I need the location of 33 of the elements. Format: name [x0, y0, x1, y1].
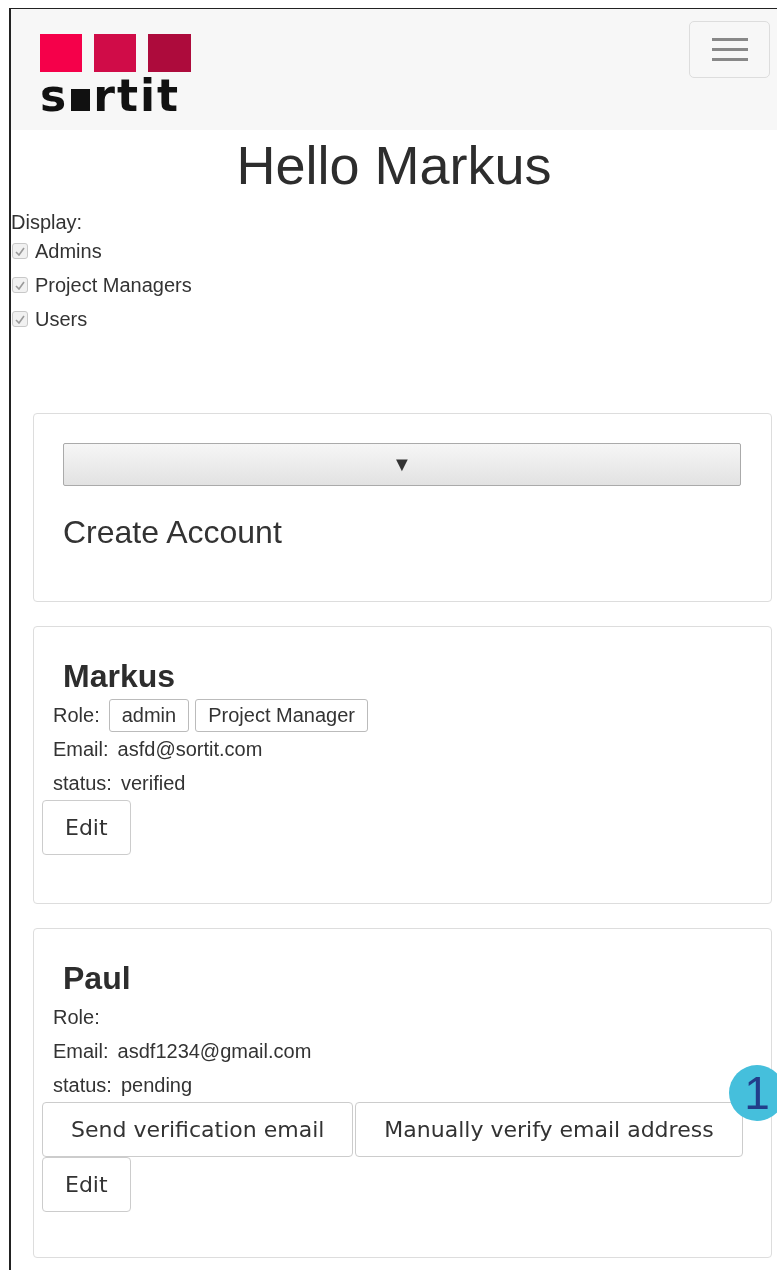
user-name: Markus: [63, 657, 177, 696]
email-value: asfd@sortit.com: [117, 737, 263, 761]
role-tag: Project Manager: [195, 698, 368, 732]
checkbox[interactable]: [12, 243, 28, 259]
checkbox-label: Project Managers: [35, 273, 192, 298]
email-label: Email:: [53, 1039, 109, 1063]
status-value: pending: [120, 1073, 193, 1097]
status-value: verified: [120, 771, 186, 795]
checkbox[interactable]: [12, 311, 28, 327]
expand-toggle-button[interactable]: ▼: [63, 443, 741, 486]
edit-button[interactable]: Edit: [42, 1157, 131, 1212]
menu-button[interactable]: [689, 21, 770, 78]
checkbox-label: Users: [35, 307, 88, 332]
email-label: Email:: [53, 737, 109, 761]
checkbox[interactable]: [12, 277, 28, 293]
logo-wordmark: s rtit: [40, 78, 182, 114]
action-button[interactable]: Manually verify email address: [355, 1102, 743, 1157]
callout-badge: 1: [729, 1065, 777, 1121]
action-button[interactable]: Send verification email: [42, 1102, 354, 1157]
logo-squares-icon: [40, 34, 191, 72]
role-tag: admin: [108, 698, 190, 732]
card-title: Create Account: [63, 514, 282, 550]
email-value: asdf1234@gmail.com: [117, 1039, 312, 1063]
role-label: Role:: [53, 703, 100, 727]
status-label: status:: [53, 1073, 112, 1097]
display-label: Display:: [11, 211, 83, 233]
menu-icon: [711, 36, 748, 63]
checkbox-label: Admins: [35, 239, 102, 264]
user-name: Paul: [63, 959, 132, 998]
role-label: Role:: [53, 1005, 100, 1029]
edit-button[interactable]: Edit: [42, 800, 131, 855]
status-label: status:: [53, 771, 112, 795]
page-heading: Hello Markus: [235, 134, 553, 196]
